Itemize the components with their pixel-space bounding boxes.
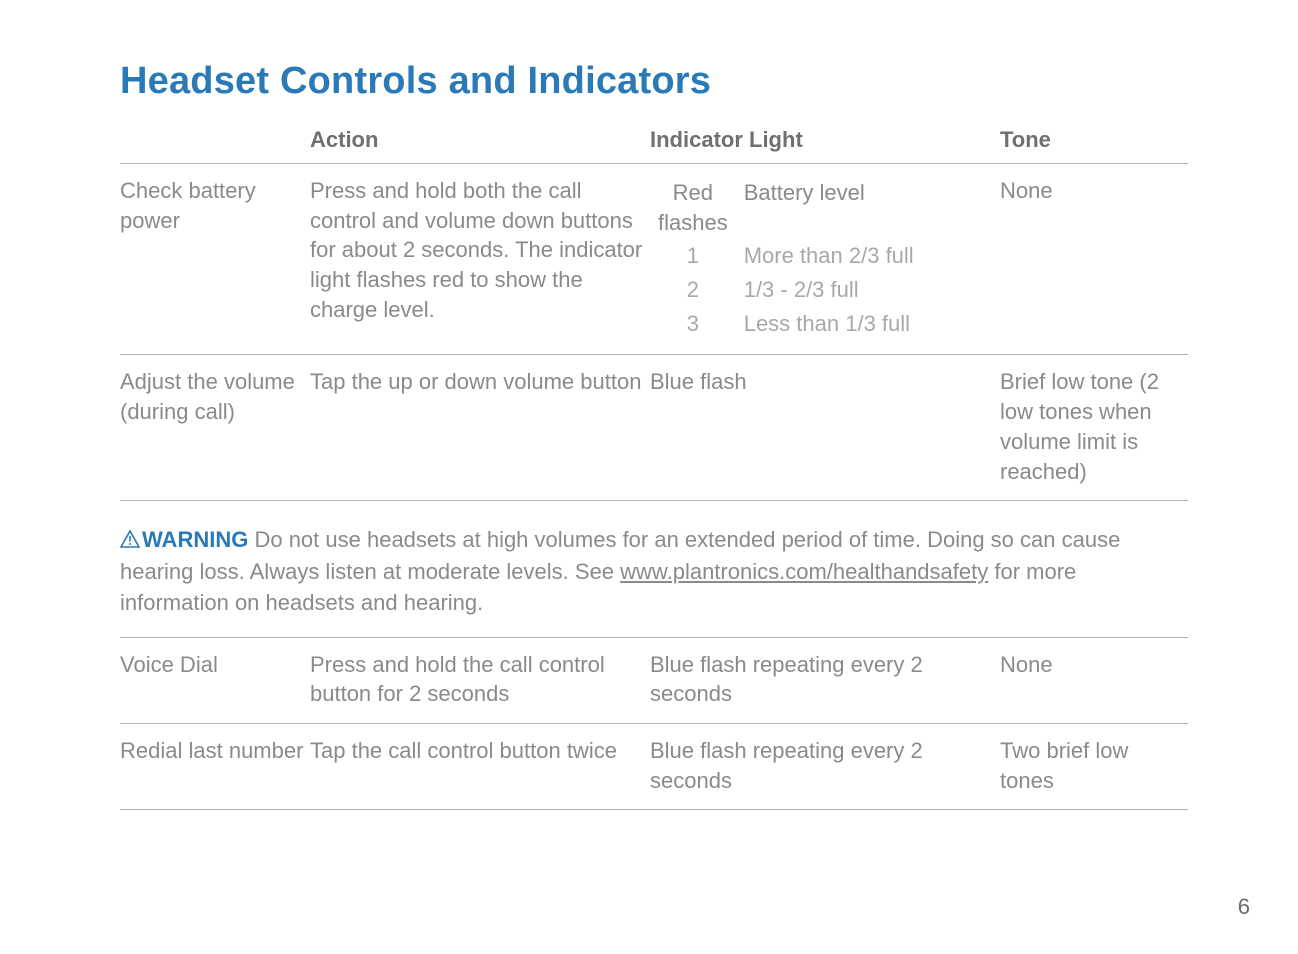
table-row: Check battery power Press and hold both … (120, 164, 1188, 355)
row-action: Press and hold the call control button f… (310, 637, 650, 723)
inner-header-flashes: Red flashes (650, 176, 736, 239)
header-action: Action (310, 121, 650, 164)
header-tone: Tone (1000, 121, 1188, 164)
row-name: Redial last number (120, 723, 310, 809)
page-title: Headset Controls and Indicators (120, 60, 1188, 103)
inner-cell-value: More than 2/3 full (736, 239, 1000, 273)
inner-cell-value: Less than 1/3 full (736, 307, 1000, 341)
inner-cell-num: 3 (650, 307, 736, 341)
row-indicator: Blue flash (650, 355, 1000, 501)
header-name (120, 121, 310, 164)
row-tone: Brief low tone (2 low tones when volume … (1000, 355, 1188, 501)
inner-cell-num: 1 (650, 239, 736, 273)
controls-table-top: Action Indicator Light Tone Check batter… (120, 121, 1188, 501)
document-page: Headset Controls and Indicators Action I… (0, 0, 1298, 954)
battery-level-table: Red flashes Battery level 1 More than 2/… (650, 176, 1000, 340)
row-name: Voice Dial (120, 637, 310, 723)
row-indicator: Blue flash repeating every 2 seconds (650, 723, 1000, 809)
row-action: Tap the call control button twice (310, 723, 650, 809)
inner-cell-value: 1/3 - 2/3 full (736, 273, 1000, 307)
inner-cell-num: 2 (650, 273, 736, 307)
row-name: Check battery power (120, 164, 310, 355)
table-row: Voice Dial Press and hold the call contr… (120, 637, 1188, 723)
row-action: Tap the up or down volume button (310, 355, 650, 501)
warning-icon (120, 526, 140, 557)
table-header-row: Action Indicator Light Tone (120, 121, 1188, 164)
row-name: Adjust the volume (during call) (120, 355, 310, 501)
row-action: Press and hold both the call control and… (310, 164, 650, 355)
row-tone: Two brief low tones (1000, 723, 1188, 809)
table-row: Redial last number Tap the call control … (120, 723, 1188, 809)
row-tone: None (1000, 637, 1188, 723)
row-tone: None (1000, 164, 1188, 355)
header-indicator: Indicator Light (650, 121, 1000, 164)
inner-header-level: Battery level (736, 176, 1000, 239)
controls-table-bottom: Voice Dial Press and hold the call contr… (120, 637, 1188, 811)
page-number: 6 (1238, 894, 1250, 920)
table-row: Adjust the volume (during call) Tap the … (120, 355, 1188, 501)
warning-label: WARNING (142, 527, 248, 552)
row-indicator: Blue flash repeating every 2 seconds (650, 637, 1000, 723)
row-indicator: Red flashes Battery level 1 More than 2/… (650, 164, 1000, 355)
warning-paragraph: WARNING Do not use headsets at high volu… (120, 525, 1188, 618)
health-safety-link[interactable]: www.plantronics.com/healthandsafety (620, 559, 988, 584)
